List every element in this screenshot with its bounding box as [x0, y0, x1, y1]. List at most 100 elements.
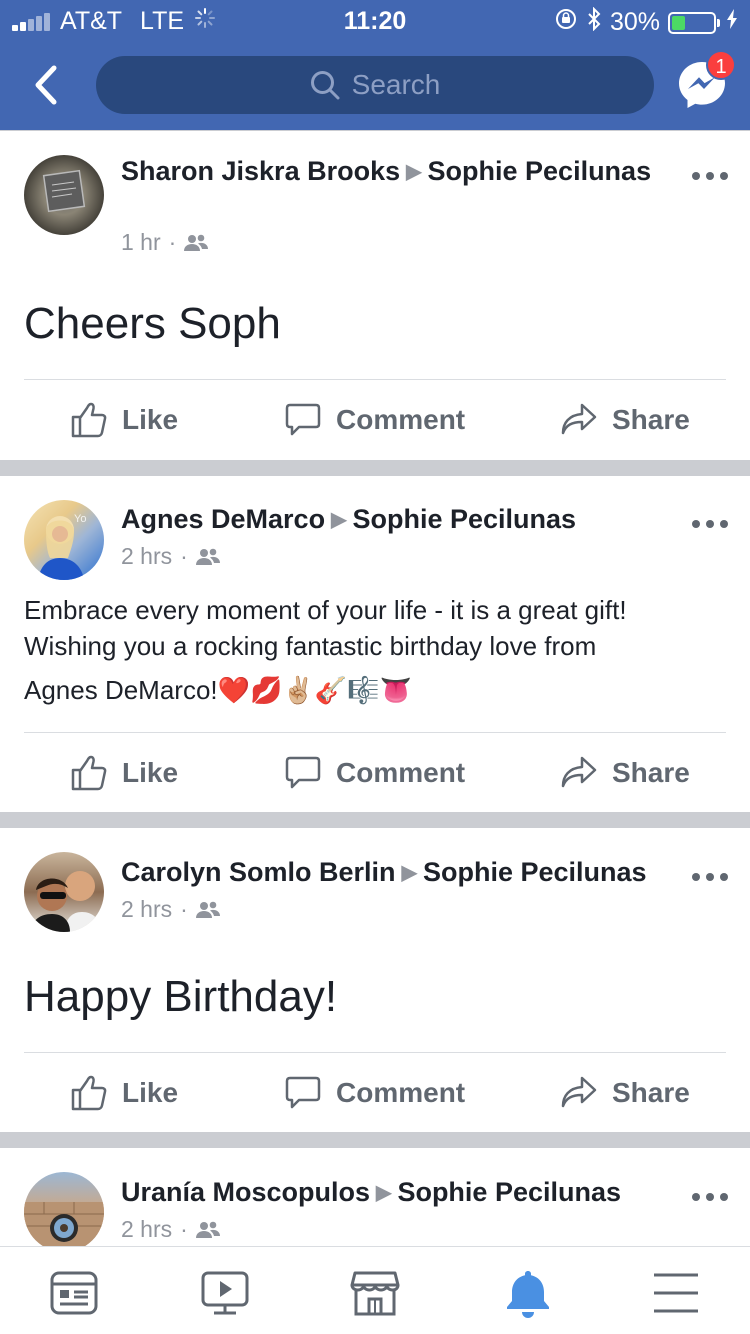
share-button[interactable]: Share — [560, 380, 690, 460]
bottom-tab-bar — [0, 1246, 750, 1334]
comment-label: Comment — [336, 404, 466, 435]
feed-post: Yo Agnes DeMarco ▶ Sophie Pecilunas 2 hrs ·… — [0, 476, 750, 812]
post-meta: 2 hrs · — [121, 1216, 220, 1243]
share-icon — [561, 403, 597, 435]
post-text: Cheers Soph — [24, 299, 281, 348]
back-chevron-icon — [35, 65, 57, 105]
tab-video[interactable] — [197, 1265, 253, 1321]
status-right: 30% — [554, 6, 738, 38]
like-label: Like — [122, 757, 179, 788]
tab-notifications[interactable] — [500, 1265, 556, 1321]
comment-icon — [285, 756, 321, 789]
feed-post: Sharon Jiskra Brooks ▶ Sophie Pecilunas 1 … — [0, 131, 750, 460]
avatar[interactable]: Yo — [24, 500, 104, 580]
post-author-line: Carolyn Somlo Berlin ▶ Sophie Pecilunas — [121, 855, 681, 890]
search-placeholder: Search — [351, 69, 441, 100]
more-options-button[interactable] — [692, 870, 728, 884]
like-button[interactable]: Like — [70, 380, 178, 460]
post-author[interactable]: Carolyn Somlo Berlin — [121, 857, 396, 887]
share-label: Share — [612, 1077, 690, 1108]
charging-icon — [726, 8, 738, 37]
post-author[interactable]: Sharon Jiskra Brooks — [121, 156, 400, 186]
post-time[interactable]: 2 hrs — [121, 1216, 172, 1243]
arrow-right-icon: ▶ — [331, 509, 347, 531]
post-actions: Like Comment Share — [0, 1053, 750, 1133]
battery-icon — [668, 11, 720, 34]
post-text-line: Embrace every moment of your life - it i… — [24, 595, 627, 625]
share-label: Share — [612, 757, 690, 788]
news-feed-icon — [50, 1271, 98, 1315]
post-meta: 1 hr · — [121, 229, 209, 256]
post-author-line: Uranía Moscopulos ▶ Sophie Pecilunas — [121, 1175, 681, 1210]
status-bar: AT&T LTE 11:20 30% — [0, 0, 750, 40]
comment-icon — [285, 1076, 321, 1109]
arrow-right-icon: ▶ — [401, 862, 417, 884]
comment-button[interactable]: Comment — [284, 733, 465, 813]
like-icon — [71, 402, 107, 438]
tab-news-feed[interactable] — [46, 1265, 102, 1321]
post-actions: Like Comment Share — [0, 733, 750, 813]
post-actions: Like Comment Share — [0, 380, 750, 460]
battery-percent: 30% — [609, 8, 660, 36]
comment-label: Comment — [336, 1077, 466, 1108]
post-author[interactable]: Uranía Moscopulos — [121, 1177, 370, 1207]
friends-icon — [184, 234, 209, 251]
video-icon — [201, 1271, 249, 1315]
like-button[interactable]: Like — [70, 1053, 178, 1133]
messenger-badge: 1 — [706, 50, 736, 80]
post-time[interactable]: 2 hrs — [121, 896, 172, 923]
post-time[interactable]: 1 hr — [121, 229, 161, 256]
arrow-right-icon: ▶ — [406, 161, 422, 183]
feed-post: Uranía Moscopulos ▶ Sophie Pecilunas 2 hrs… — [0, 1148, 750, 1246]
post-target[interactable]: Sophie Pecilunas — [428, 156, 652, 186]
post-text-line: Agnes DeMarco!❤️💋✌🏼🎸🎼👅 — [24, 675, 412, 705]
like-icon — [71, 1075, 107, 1111]
like-icon — [71, 755, 107, 791]
post-target[interactable]: Sophie Pecilunas — [423, 857, 647, 887]
like-button[interactable]: Like — [70, 733, 178, 813]
post-author-line: Sharon Jiskra Brooks ▶ Sophie Pecilunas — [121, 154, 681, 189]
post-time[interactable]: 2 hrs — [121, 543, 172, 570]
post-meta: 2 hrs · — [121, 543, 220, 570]
friends-icon — [195, 901, 220, 918]
svg-text:Yo: Yo — [74, 513, 86, 525]
post-meta: 2 hrs · — [121, 896, 220, 923]
bluetooth-icon — [586, 6, 602, 38]
tab-marketplace[interactable] — [347, 1265, 403, 1321]
feed-post: Carolyn Somlo Berlin ▶ Sophie Pecilunas 2 … — [0, 828, 750, 1132]
comment-icon — [285, 403, 321, 436]
post-author-line: Agnes DeMarco ▶ Sophie Pecilunas — [121, 502, 681, 537]
share-button[interactable]: Share — [560, 1053, 690, 1133]
share-icon — [561, 756, 597, 788]
post-emojis: ❤️💋✌🏼🎸🎼👅 — [217, 675, 412, 705]
more-options-button[interactable] — [692, 1190, 728, 1204]
top-header: AT&T LTE 11:20 30% Search 1 — [0, 0, 750, 130]
more-options-button[interactable] — [692, 169, 728, 183]
post-target[interactable]: Sophie Pecilunas — [352, 504, 576, 534]
comment-button[interactable]: Comment — [284, 1053, 465, 1133]
menu-icon — [654, 1273, 698, 1313]
post-author[interactable]: Agnes DeMarco — [121, 504, 325, 534]
avatar[interactable] — [24, 852, 104, 932]
comment-button[interactable]: Comment — [284, 380, 465, 460]
notifications-icon — [507, 1271, 549, 1318]
share-button[interactable]: Share — [560, 733, 690, 813]
share-label: Share — [612, 404, 690, 435]
comment-label: Comment — [336, 757, 466, 788]
search-input[interactable]: Search — [96, 56, 654, 114]
marketplace-icon — [350, 1271, 400, 1316]
more-options-button[interactable] — [692, 517, 728, 531]
post-target[interactable]: Sophie Pecilunas — [397, 1177, 621, 1207]
post-text: Happy Birthday! — [24, 972, 338, 1021]
share-icon — [561, 1076, 597, 1108]
post-text: Embrace every moment of your life - it i… — [24, 592, 724, 708]
friends-icon — [195, 548, 220, 565]
back-button[interactable] — [22, 60, 72, 110]
avatar[interactable] — [24, 155, 104, 235]
arrow-right-icon: ▶ — [376, 1182, 392, 1204]
like-label: Like — [122, 404, 179, 435]
tab-menu[interactable] — [648, 1265, 704, 1321]
avatar[interactable] — [24, 1172, 104, 1246]
orientation-lock-icon — [554, 7, 578, 38]
friends-icon — [195, 1221, 220, 1238]
